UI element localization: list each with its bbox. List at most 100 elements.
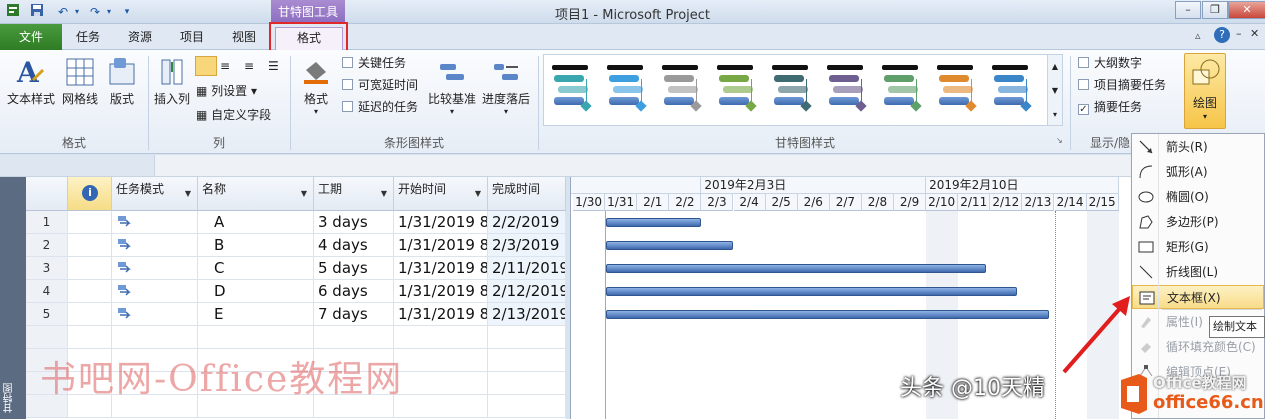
header-task-mode[interactable]: 任务模式 ▼ [112, 177, 198, 211]
bar-format-button[interactable]: 格式 ▾ [298, 56, 334, 116]
finish-cell[interactable] [488, 349, 566, 372]
text-styles-button[interactable]: A 文本样式 [6, 56, 56, 107]
row-number[interactable] [26, 326, 68, 349]
doc-minimize-icon[interactable]: – [1236, 27, 1242, 40]
header-name[interactable]: 名称 ▼ [198, 177, 314, 211]
row-number[interactable]: 4 [26, 280, 68, 303]
table-row[interactable]: 2 B4 days 1/31/2019 8 2/3/2019 1 [26, 234, 566, 257]
finish-cell[interactable] [488, 395, 566, 418]
duration-cell[interactable]: 7 days [314, 303, 394, 326]
indicator-cell[interactable] [68, 280, 112, 303]
dropdown-arrow-icon[interactable]: ▼ [301, 189, 307, 198]
restore-button[interactable]: ❐ [1202, 1, 1228, 19]
late-tasks-checkbox[interactable]: 延迟的任务 [342, 97, 418, 117]
task-mode-cell[interactable] [112, 234, 198, 257]
tab-format[interactable]: 格式 [275, 27, 343, 50]
gridlines-button[interactable]: 网格线 [60, 56, 100, 107]
gantt-style-swatch[interactable] [552, 65, 592, 121]
table-row[interactable]: 4 D6 days 1/31/2019 8 2/12/2019 [26, 280, 566, 303]
slippage-button[interactable]: 进度落后 ▾ [480, 56, 532, 116]
menu-item[interactable]: 箭头(R) [1132, 135, 1264, 159]
tab-resource[interactable]: 资源 [116, 27, 164, 50]
menu-item[interactable]: 文本框(X) [1132, 285, 1264, 309]
layout-button[interactable]: 版式 [104, 56, 140, 107]
menu-item[interactable]: 矩形(G) [1132, 235, 1264, 259]
indicator-cell[interactable] [68, 257, 112, 280]
tab-file[interactable]: 文件 [0, 24, 62, 50]
close-button[interactable]: ✕ [1228, 1, 1265, 19]
menu-item[interactable]: 弧形(A) [1132, 160, 1264, 184]
start-cell[interactable]: 1/31/2019 8 [394, 303, 488, 326]
start-cell[interactable] [394, 326, 488, 349]
start-cell[interactable]: 1/31/2019 8 [394, 280, 488, 303]
gantt-style-swatch[interactable] [772, 65, 812, 121]
align-left-icon[interactable] [195, 56, 217, 76]
indicator-cell[interactable] [68, 211, 112, 234]
start-cell[interactable] [394, 372, 488, 395]
start-cell[interactable]: 1/31/2019 8 [394, 234, 488, 257]
gantt-bar[interactable] [606, 241, 733, 250]
row-number[interactable]: 3 [26, 257, 68, 280]
project-summary-checkbox[interactable]: 项目摘要任务 [1078, 75, 1166, 95]
duration-cell[interactable]: 4 days [314, 234, 394, 257]
gantt-style-swatch[interactable] [992, 65, 1032, 121]
minimize-button[interactable]: – [1175, 1, 1201, 19]
finish-cell[interactable]: 2/2/2019 1 [488, 211, 566, 234]
table-row[interactable]: 3 C5 days 1/31/2019 8 2/11/2019 [26, 257, 566, 280]
gantt-bar[interactable] [606, 310, 1049, 319]
row-number[interactable]: 2 [26, 234, 68, 257]
start-cell[interactable] [394, 349, 488, 372]
task-mode-cell[interactable] [112, 326, 198, 349]
start-cell[interactable] [394, 395, 488, 418]
menu-item[interactable]: 折线图(L) [1132, 260, 1264, 284]
header-start[interactable]: 开始时间 ▼ [394, 177, 488, 211]
header-finish[interactable]: 完成时间 [488, 177, 566, 211]
summary-task-checkbox[interactable]: ✓ 摘要任务 [1078, 97, 1142, 117]
row-number[interactable]: 5 [26, 303, 68, 326]
gantt-style-swatch[interactable] [937, 65, 977, 121]
align-center-icon[interactable]: ≡ [220, 59, 230, 73]
start-cell[interactable]: 1/31/2019 8 [394, 211, 488, 234]
task-name-cell[interactable]: C [198, 257, 314, 280]
duration-cell[interactable] [314, 326, 394, 349]
dialog-launcher-icon[interactable]: ↘ [1056, 136, 1063, 145]
finish-cell[interactable]: 2/12/2019 [488, 280, 566, 303]
duration-cell[interactable]: 6 days [314, 280, 394, 303]
table-row[interactable]: 5 E7 days 1/31/2019 8 2/13/2019 [26, 303, 566, 326]
indicator-cell[interactable] [68, 303, 112, 326]
indicator-cell[interactable] [68, 234, 112, 257]
drawing-button[interactable]: 绘图 ▾ [1184, 53, 1226, 129]
header-indicators[interactable]: i [68, 177, 112, 211]
table-row[interactable]: 1 A3 days 1/31/2019 8 2/2/2019 1 [26, 211, 566, 234]
duration-cell[interactable]: 5 days [314, 257, 394, 280]
ribbon-collapse-icon[interactable]: ▵ [1195, 29, 1201, 42]
gantt-style-swatch[interactable] [827, 65, 867, 121]
tab-task[interactable]: 任务 [64, 27, 112, 50]
wrap-text-icon[interactable]: ☰ [268, 59, 279, 73]
finish-cell[interactable]: 2/3/2019 1 [488, 234, 566, 257]
doc-close-icon[interactable]: ✕ [1250, 27, 1259, 40]
task-mode-cell[interactable] [112, 280, 198, 303]
task-mode-cell[interactable] [112, 257, 198, 280]
gallery-scroll[interactable]: ▲ ▼ ▾ [1047, 54, 1063, 126]
insert-column-button[interactable]: 插入列 [152, 56, 192, 107]
task-name-cell[interactable]: D [198, 280, 314, 303]
help-icon[interactable]: ? [1214, 27, 1230, 43]
finish-cell[interactable] [488, 372, 566, 395]
indicator-cell[interactable] [68, 326, 112, 349]
header-row-number[interactable] [26, 177, 68, 211]
gantt-style-swatch[interactable] [882, 65, 922, 121]
dropdown-arrow-icon[interactable]: ▼ [381, 189, 387, 198]
tab-project[interactable]: 项目 [168, 27, 216, 50]
table-row[interactable] [26, 326, 566, 349]
task-name-cell[interactable]: B [198, 234, 314, 257]
duration-cell[interactable]: 3 days [314, 211, 394, 234]
dropdown-arrow-icon[interactable]: ▼ [475, 189, 481, 198]
custom-fields-button[interactable]: ▦ 自定义字段 [196, 105, 271, 125]
column-settings-button[interactable]: ▦ 列设置 ▾ [196, 81, 257, 101]
gantt-bar[interactable] [606, 287, 1018, 296]
finish-cell[interactable]: 2/13/2019 [488, 303, 566, 326]
slack-checkbox[interactable]: 可宽延时间 [342, 75, 418, 95]
outline-number-checkbox[interactable]: 大纲数字 [1078, 53, 1142, 73]
baseline-button[interactable]: 比较基准 ▾ [426, 56, 478, 116]
